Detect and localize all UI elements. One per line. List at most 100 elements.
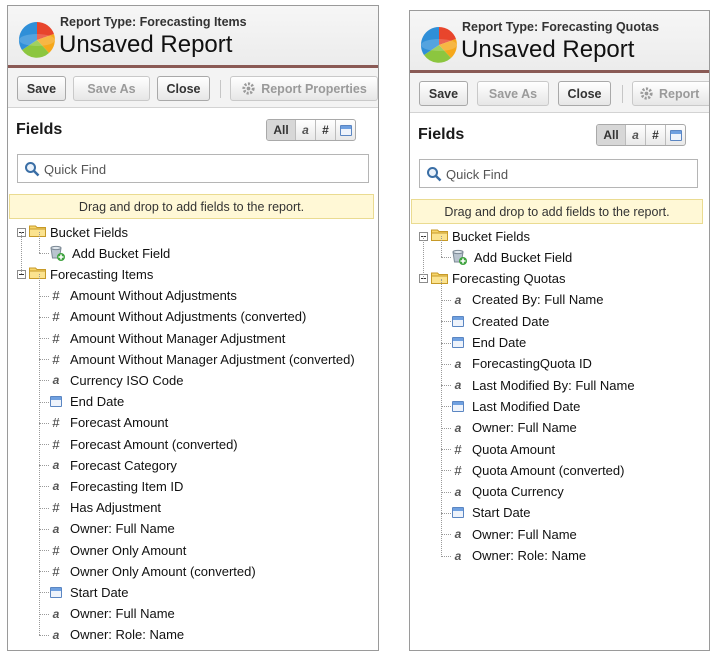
field-item[interactable]: a ForecastingQuota ID <box>450 354 592 374</box>
page-title: Unsaved Report <box>461 36 635 63</box>
add-bucket-field[interactable]: Add Bucket Field <box>48 243 170 263</box>
field-label: End Date <box>70 394 125 410</box>
number-icon: # <box>52 436 60 452</box>
report-toolbar: Save Save As Close Report <box>410 73 709 113</box>
field-label: Start Date <box>70 584 129 600</box>
field-item[interactable]: # Owner Only Amount <box>48 540 186 560</box>
filter-all-button[interactable]: All <box>597 125 625 145</box>
field-label: Forecasting Item ID <box>70 478 184 494</box>
filter-text-button[interactable]: a <box>625 125 645 145</box>
quick-find-input[interactable]: Quick Find <box>419 159 698 188</box>
field-label: Quota Amount (converted) <box>472 462 625 478</box>
field-label: Owner: Full Name <box>70 606 175 622</box>
text-icon: a <box>52 458 60 473</box>
field-item[interactable]: a Forecast Category <box>48 455 177 475</box>
field-label: Last Modified Date <box>472 398 581 414</box>
close-button[interactable]: Close <box>558 81 611 106</box>
field-item[interactable]: a Owner: Role: Name <box>48 625 185 645</box>
field-item[interactable]: a Owner: Role: Name <box>450 546 587 566</box>
number-icon: # <box>52 500 60 516</box>
report-properties-label: Report <box>659 86 700 101</box>
text-icon: a <box>52 521 60 536</box>
field-item[interactable]: a Last Modified By: Full Name <box>450 375 635 395</box>
filter-date-button[interactable] <box>665 125 685 145</box>
field-label: Quota Amount <box>472 441 556 457</box>
gear-icon <box>242 82 255 95</box>
drag-drop-hint: Drag and drop to add fields to the repor… <box>411 199 703 224</box>
toolbar-divider <box>220 80 221 98</box>
filter-number-button[interactable]: # <box>645 125 665 145</box>
save-button[interactable]: Save <box>419 81 468 106</box>
field-item[interactable]: # Quota Amount (converted) <box>450 460 624 480</box>
text-type-icon: a <box>632 128 639 142</box>
field-label: ForecastingQuota ID <box>472 356 592 372</box>
filter-text-button[interactable]: a <box>295 120 315 140</box>
field-label: Forecast Amount <box>70 415 169 431</box>
field-item[interactable]: # Forecast Amount (converted) <box>48 434 237 454</box>
save-as-button[interactable]: Save As <box>477 81 549 106</box>
text-icon: a <box>454 548 462 563</box>
field-label: Forecast Category <box>70 457 177 473</box>
field-item[interactable]: Last Modified Date <box>450 396 580 416</box>
field-label: Owner Only Amount <box>70 542 187 558</box>
field-item[interactable]: # Amount Without Adjustments <box>48 286 237 306</box>
quick-find-input[interactable]: Quick Find <box>17 154 369 183</box>
filter-all-button[interactable]: All <box>267 120 295 140</box>
field-item[interactable]: a Forecasting Item ID <box>48 476 184 496</box>
field-item[interactable]: a Owner: Full Name <box>48 519 175 539</box>
field-item[interactable]: Start Date <box>450 503 531 523</box>
field-item[interactable]: a Currency ISO Code <box>48 370 184 390</box>
field-item[interactable]: a Owner: Full Name <box>450 418 577 438</box>
field-item[interactable]: # Owner Only Amount (converted) <box>48 561 255 581</box>
field-label: Last Modified By: Full Name <box>472 377 635 393</box>
field-item[interactable]: Start Date <box>48 582 129 602</box>
tree-folder-bucket-fields[interactable]: Bucket Fields <box>419 226 530 246</box>
field-item[interactable]: End Date <box>48 392 124 412</box>
date-icon <box>450 400 466 412</box>
field-item[interactable]: End Date <box>450 333 526 353</box>
folder-label: Bucket Fields <box>50 224 129 240</box>
report-header: Report Type: Forecasting Quotas Unsaved … <box>410 11 709 73</box>
field-item[interactable]: a Quota Currency <box>450 482 564 502</box>
tree-folder-bucket-fields[interactable]: Bucket Fields <box>17 222 128 242</box>
reports-logo-icon <box>18 21 55 58</box>
field-label: Created By: Full Name <box>472 292 604 308</box>
text-icon: a <box>454 420 462 435</box>
date-type-icon <box>669 129 682 141</box>
field-label: Currency ISO Code <box>70 372 184 388</box>
report-builder-forecasting-items: Report Type: Forecasting Items Unsaved R… <box>7 5 379 651</box>
text-icon: a <box>52 373 60 388</box>
save-as-button[interactable]: Save As <box>73 76 150 101</box>
date-icon <box>450 507 466 519</box>
tree-folder-fields[interactable]: Forecasting Items <box>17 264 153 284</box>
fields-header: Fields All a # <box>410 113 709 153</box>
add-bucket-icon <box>452 250 467 266</box>
text-icon: a <box>52 479 60 494</box>
field-item[interactable]: # Has Adjustment <box>48 498 161 518</box>
report-properties-button[interactable]: Report Properties <box>230 76 378 101</box>
field-label: Owner: Full Name <box>472 526 577 542</box>
field-item[interactable]: a Created By: Full Name <box>450 290 604 310</box>
field-item[interactable]: # Quota Amount <box>450 439 555 459</box>
field-item[interactable]: # Forecast Amount <box>48 413 168 433</box>
field-item[interactable]: # Amount Without Manager Adjustment <box>48 328 285 348</box>
add-bucket-field[interactable]: Add Bucket Field <box>450 247 572 267</box>
filter-date-button[interactable] <box>335 120 355 140</box>
add-bucket-label: Add Bucket Field <box>72 245 171 261</box>
report-properties-button[interactable]: Report <box>632 81 709 106</box>
fields-header: Fields All a # <box>8 108 378 148</box>
quick-find-placeholder: Quick Find <box>446 167 509 182</box>
report-toolbar: Save Save As Close Report Properties <box>8 68 378 108</box>
report-header: Report Type: Forecasting Items Unsaved R… <box>8 6 378 68</box>
field-item[interactable]: # Amount Without Adjustments (converted) <box>48 307 306 327</box>
filter-number-button[interactable]: # <box>315 120 335 140</box>
field-item[interactable]: Created Date <box>450 311 549 331</box>
quick-find-placeholder: Quick Find <box>44 162 107 177</box>
field-label: Amount Without Adjustments (converted) <box>70 309 307 325</box>
date-type-icon <box>339 124 352 136</box>
field-item[interactable]: a Owner: Full Name <box>450 524 577 544</box>
close-button[interactable]: Close <box>157 76 210 101</box>
field-item[interactable]: a Owner: Full Name <box>48 604 175 624</box>
field-item[interactable]: # Amount Without Manager Adjustment (conv… <box>48 349 354 369</box>
save-button[interactable]: Save <box>17 76 66 101</box>
